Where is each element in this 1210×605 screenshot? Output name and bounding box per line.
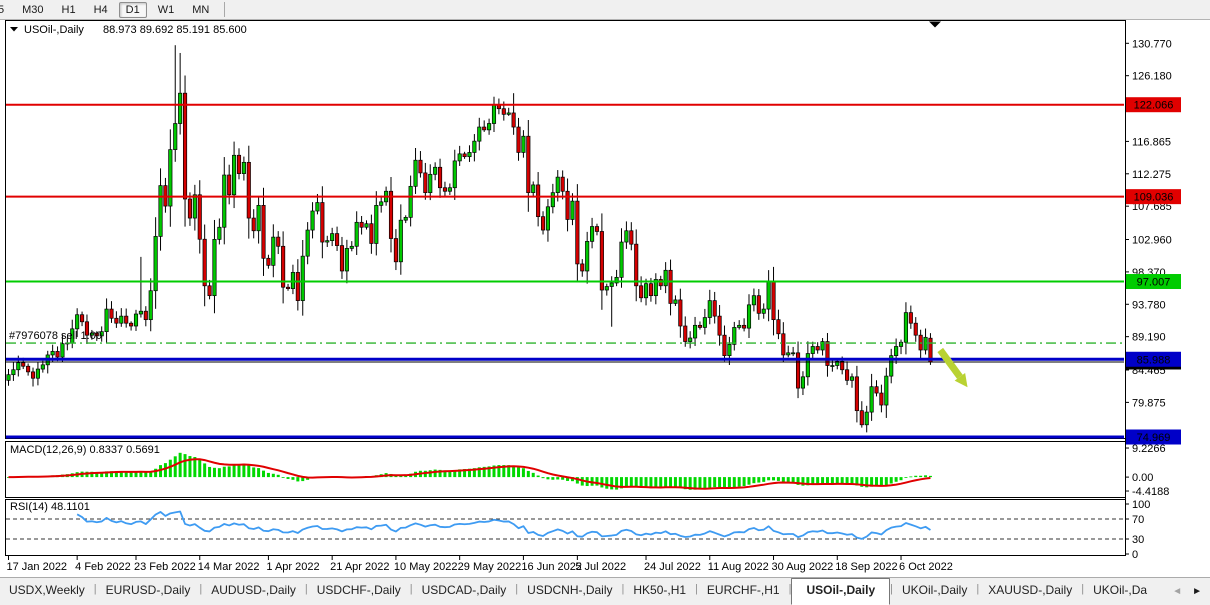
svg-text:-4.4188: -4.4188 <box>1132 486 1169 498</box>
svg-text:79.875: 79.875 <box>1132 397 1166 409</box>
timeframe-button-D1[interactable]: D1 <box>119 2 147 18</box>
mt4-window: { "toolbar": { "timeframes": ["5", "M30"… <box>0 0 1210 605</box>
svg-text:122.066: 122.066 <box>1134 100 1174 112</box>
svg-text:130.770: 130.770 <box>1132 38 1172 50</box>
svg-text:102.960: 102.960 <box>1132 235 1172 247</box>
svg-text:97.007: 97.007 <box>1137 277 1171 289</box>
tab-usdcad-daily[interactable]: USDCAD-,Daily <box>413 578 516 605</box>
toolbar-separator <box>224 2 225 17</box>
svg-text:21 Apr 2022: 21 Apr 2022 <box>330 561 389 573</box>
svg-text:23 Feb 2022: 23 Feb 2022 <box>134 561 196 573</box>
svg-text:112.275: 112.275 <box>1132 169 1171 181</box>
tab-ukoil-daily[interactable]: UKOil-,Daily <box>893 578 976 605</box>
svg-text:24 Jul 2022: 24 Jul 2022 <box>644 561 701 573</box>
chart-tabbar: USDX,Weekly|EURUSD-,Daily|AUDUSD-,Daily|… <box>0 577 1210 605</box>
tab-eurchf-h1[interactable]: EURCHF-,H1 <box>698 578 789 605</box>
svg-text:70: 70 <box>1132 514 1144 526</box>
timeframe-button-H4[interactable]: H4 <box>87 2 115 18</box>
svg-text:11 Aug 2022: 11 Aug 2022 <box>708 561 769 573</box>
tab-ukoil-da[interactable]: UKOil-,Da <box>1084 578 1156 605</box>
macd-indicator-label: MACD(12,26,9) 0.8337 0.5691 <box>10 444 160 456</box>
svg-text:116.865: 116.865 <box>1132 136 1171 148</box>
svg-text:4 Feb 2022: 4 Feb 2022 <box>75 561 131 573</box>
svg-text:29 May 2022: 29 May 2022 <box>458 561 522 573</box>
timeframe-button-5[interactable]: 5 <box>0 2 11 18</box>
svg-text:126.180: 126.180 <box>1132 71 1172 83</box>
timeframe-button-M30[interactable]: M30 <box>15 2 50 18</box>
tab-scroll-right-icon[interactable]: ► <box>1192 586 1202 597</box>
tab-scrollers: ◄► <box>1164 578 1210 605</box>
timeframe-button-H1[interactable]: H1 <box>55 2 83 18</box>
svg-text:89.190: 89.190 <box>1132 332 1166 344</box>
rsi-indicator-label: RSI(14) 48.1101 <box>10 501 90 513</box>
tab-xauusd-daily[interactable]: XAUUSD-,Daily <box>979 578 1081 605</box>
svg-text:17 Jan 2022: 17 Jan 2022 <box>7 561 68 573</box>
svg-text:9.2266: 9.2266 <box>1132 443 1166 455</box>
svg-text:1 Apr 2022: 1 Apr 2022 <box>266 561 319 573</box>
tab-usoil-daily[interactable]: USOil-,Daily <box>791 578 890 605</box>
chart-canvas[interactable]: #7976078 sell 1.00 130.770126.180121.590… <box>0 0 1210 605</box>
svg-text:18 Sep 2022: 18 Sep 2022 <box>835 561 897 573</box>
svg-text:6 Oct 2022: 6 Oct 2022 <box>899 561 953 573</box>
svg-text:93.780: 93.780 <box>1132 299 1166 311</box>
timeframe-toolbar: 5M30 H1H4D1W1MN <box>0 0 1210 20</box>
svg-text:16 Jun 2022: 16 Jun 2022 <box>521 561 582 573</box>
svg-text:30 Aug 2022: 30 Aug 2022 <box>772 561 834 573</box>
svg-text:30: 30 <box>1132 534 1144 546</box>
svg-text:0: 0 <box>1132 549 1138 561</box>
svg-text:109.036: 109.036 <box>1134 192 1174 204</box>
tab-audusd-daily[interactable]: AUDUSD-,Daily <box>202 578 305 605</box>
tab-usdcnh-daily[interactable]: USDCNH-,Daily <box>518 578 621 605</box>
timeframe-button-MN[interactable]: MN <box>185 2 216 18</box>
svg-text:85.988: 85.988 <box>1137 354 1171 366</box>
svg-text:14 Mar 2022: 14 Mar 2022 <box>198 561 260 573</box>
tab-usdx-weekly[interactable]: USDX,Weekly <box>0 578 94 605</box>
tab-usdchf-daily[interactable]: USDCHF-,Daily <box>308 578 410 605</box>
timeframe-button-W1[interactable]: W1 <box>151 2 182 18</box>
chart-ohlc-values: 88.973 89.692 85.191 85.600 <box>103 24 247 36</box>
svg-text:100: 100 <box>1132 499 1150 511</box>
svg-text:0.00: 0.00 <box>1132 472 1153 484</box>
tab-hk50-h1[interactable]: HK50-,H1 <box>624 578 695 605</box>
order-line-label[interactable]: #7976078 sell 1.00 <box>9 330 102 342</box>
chart-title: USOil-,Daily <box>24 24 84 36</box>
svg-text:10 May 2022: 10 May 2022 <box>394 561 458 573</box>
svg-text:5 Jul 2022: 5 Jul 2022 <box>575 561 626 573</box>
tab-scroll-left-icon[interactable]: ◄ <box>1172 586 1182 597</box>
tab-eurusd-daily[interactable]: EURUSD-,Daily <box>97 578 200 605</box>
